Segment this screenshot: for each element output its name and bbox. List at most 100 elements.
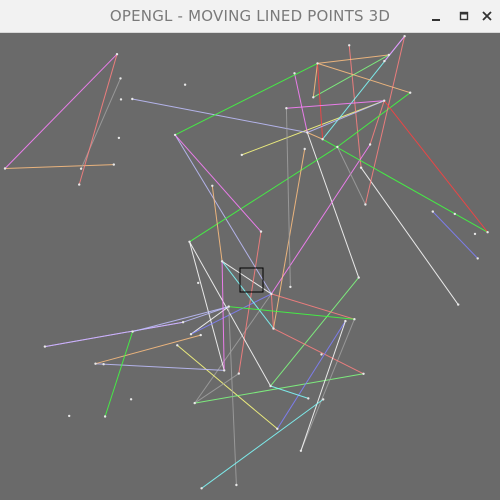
moving-point — [353, 318, 356, 321]
moving-point — [227, 305, 230, 308]
moving-point — [316, 62, 319, 65]
moving-point — [200, 487, 203, 490]
point-link-line — [276, 320, 346, 430]
moving-point — [306, 131, 309, 134]
moving-point — [220, 260, 224, 263]
point-link-line — [294, 73, 308, 133]
moving-point — [285, 107, 288, 110]
moving-point — [43, 345, 47, 348]
point-link-line — [383, 100, 488, 233]
point-link-line — [270, 144, 371, 295]
moving-point — [78, 183, 81, 186]
point-link-line — [95, 334, 201, 365]
point-link-line — [80, 78, 121, 169]
moving-point — [276, 427, 279, 430]
moving-point — [188, 240, 191, 243]
point-link-line — [273, 328, 364, 375]
close-button[interactable] — [479, 8, 495, 24]
moving-point — [129, 398, 133, 401]
moving-point — [131, 97, 134, 101]
point-link-line — [221, 260, 272, 295]
moving-point — [131, 330, 134, 333]
moving-point — [321, 138, 324, 141]
moving-point — [359, 166, 363, 169]
window-title: OPENGL - MOVING LINED POINTS 3D — [109, 7, 391, 25]
moving-point — [307, 397, 310, 400]
moving-point — [431, 210, 434, 213]
moving-point — [237, 372, 240, 375]
close-icon — [482, 11, 492, 21]
moving-point — [181, 321, 185, 324]
moving-point — [383, 59, 386, 63]
minimize-button[interactable] — [428, 8, 444, 24]
moving-point — [102, 363, 105, 366]
moving-point — [211, 184, 214, 187]
moving-point — [362, 372, 365, 375]
moving-point — [368, 143, 372, 146]
title-bar[interactable]: OPENGL - MOVING LINED POINTS 3D — [0, 0, 500, 33]
moving-point — [183, 83, 187, 86]
moving-point — [383, 99, 386, 102]
lines-render-surface — [3, 35, 489, 490]
moving-point — [199, 333, 202, 337]
moving-point — [112, 163, 116, 166]
moving-point — [320, 353, 323, 356]
moving-point — [409, 91, 412, 94]
moving-point — [223, 369, 226, 372]
point-link-line — [317, 54, 389, 64]
point-link-line — [174, 134, 272, 295]
moving-point — [289, 285, 292, 289]
point-link-line — [95, 363, 225, 371]
point-link-line — [211, 185, 223, 262]
moving-point — [312, 96, 315, 99]
moving-point — [403, 35, 406, 38]
moving-point — [486, 231, 489, 234]
point-link-line — [182, 306, 229, 323]
moving-point — [364, 203, 367, 206]
moving-point — [259, 230, 263, 233]
moving-point — [476, 257, 479, 260]
maximize-icon — [459, 11, 469, 21]
moving-point — [303, 147, 306, 151]
moving-point — [119, 98, 123, 101]
moving-point — [240, 153, 243, 157]
moving-point — [473, 232, 477, 236]
moving-point — [387, 53, 391, 57]
moving-point — [293, 72, 296, 75]
point-link-line — [4, 164, 114, 169]
point-link-line — [174, 134, 262, 232]
point-link-line — [317, 62, 411, 94]
point-link-line — [285, 108, 291, 287]
moving-point — [322, 398, 325, 401]
maximize-button[interactable] — [456, 8, 472, 24]
moving-point — [269, 384, 272, 388]
point-link-line — [132, 306, 229, 333]
point-link-line — [104, 331, 134, 417]
moving-point — [119, 77, 122, 80]
moving-point — [173, 133, 177, 137]
moving-point — [453, 212, 456, 216]
moving-point — [94, 362, 97, 365]
moving-point — [117, 136, 121, 140]
moving-point — [299, 449, 303, 452]
moving-point — [189, 333, 193, 336]
point-link-line — [432, 211, 479, 259]
center-marker-square — [239, 267, 264, 293]
moving-point — [115, 53, 119, 56]
point-link-line — [132, 98, 308, 133]
point-link-line — [312, 63, 318, 98]
point-link-line — [190, 293, 272, 335]
moving-point — [176, 344, 179, 347]
point-link-line — [322, 138, 488, 233]
moving-point — [457, 303, 460, 306]
point-link-line — [174, 62, 318, 136]
point-link-line — [348, 45, 362, 168]
point-link-line — [306, 132, 360, 278]
opengl-canvas[interactable] — [3, 33, 500, 500]
moving-point — [270, 292, 273, 296]
point-link-line — [189, 241, 225, 371]
moving-point — [103, 415, 107, 418]
moving-point — [235, 483, 238, 487]
point-link-line — [44, 321, 184, 348]
point-link-line — [221, 261, 225, 371]
